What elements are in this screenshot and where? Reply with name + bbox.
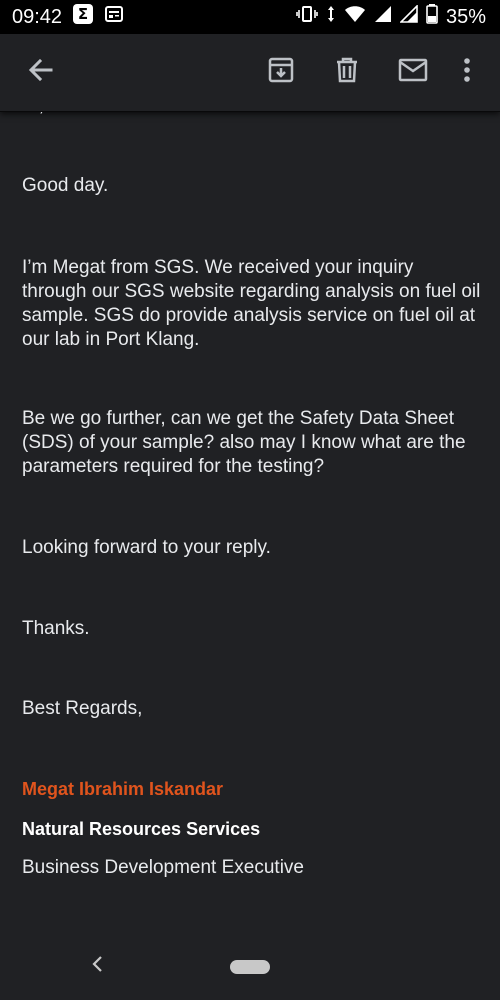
more-vert-icon bbox=[463, 57, 471, 88]
email-body[interactable]: ..., Good day. I’m Megat from SGS. We re… bbox=[0, 112, 500, 934]
delete-icon bbox=[334, 56, 360, 89]
signal-icon-2 bbox=[399, 4, 418, 29]
mark-unread-button[interactable] bbox=[390, 50, 436, 96]
data-arrows-icon bbox=[326, 4, 336, 30]
battery-icon bbox=[426, 4, 438, 30]
nav-back-icon bbox=[90, 955, 104, 978]
archive-icon bbox=[267, 56, 295, 89]
signal-icon bbox=[374, 5, 392, 29]
archive-button[interactable] bbox=[258, 50, 304, 96]
signature-title: Business Development Executive bbox=[22, 857, 304, 878]
delete-button[interactable] bbox=[324, 50, 370, 96]
sigma-app-icon: Σ bbox=[72, 3, 94, 31]
signature-name: Megat Ibrahim Iskandar bbox=[22, 779, 224, 799]
signature-department: Natural Resources Services bbox=[22, 819, 261, 839]
email-thanks: Thanks. bbox=[22, 618, 90, 639]
system-nav-bar bbox=[0, 934, 500, 1000]
wifi-icon bbox=[344, 5, 366, 29]
clipped-text-line: ..., bbox=[22, 112, 44, 117]
email-greeting: Good day. bbox=[22, 175, 109, 196]
mail-icon bbox=[398, 58, 428, 87]
nav-back-button[interactable] bbox=[86, 955, 108, 977]
back-arrow-icon bbox=[27, 56, 55, 89]
news-app-icon bbox=[104, 4, 124, 30]
email-closing: Best Regards, bbox=[22, 698, 143, 719]
back-button[interactable] bbox=[18, 50, 64, 96]
email-paragraph-1: I’m Megat from SGS. We received your inq… bbox=[22, 257, 481, 350]
email-paragraph-3: Looking forward to your reply. bbox=[22, 537, 271, 558]
more-options-button[interactable] bbox=[452, 50, 482, 96]
vibrate-icon bbox=[296, 4, 318, 30]
battery-percent: 35% bbox=[445, 5, 486, 28]
svg-text:Σ: Σ bbox=[78, 5, 88, 23]
nav-home-pill[interactable] bbox=[230, 960, 270, 974]
app-bar bbox=[0, 34, 500, 112]
status-bar: 09:42 Σ 35% bbox=[0, 0, 500, 34]
email-paragraph-2: Be we go further, can we get the Safety … bbox=[22, 408, 466, 477]
status-time: 09:42 bbox=[12, 5, 63, 28]
